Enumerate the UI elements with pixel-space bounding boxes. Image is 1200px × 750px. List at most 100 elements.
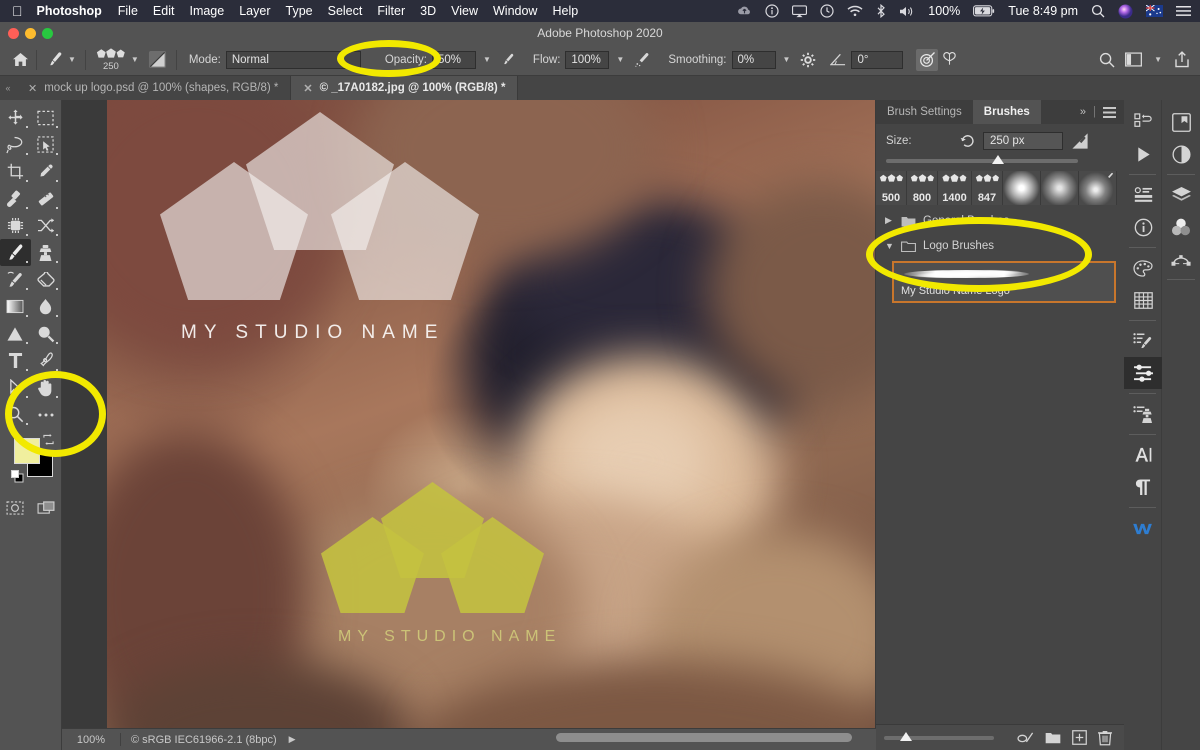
blur-tool-icon[interactable] xyxy=(31,293,62,320)
brush-tool-icon[interactable] xyxy=(0,239,31,266)
paths-icon[interactable] xyxy=(1162,243,1200,275)
move-tool-icon[interactable] xyxy=(0,104,31,131)
brush-folder-logo[interactable]: ▼ Logo Brushes xyxy=(876,233,1124,258)
gradient-tool-icon[interactable] xyxy=(0,293,31,320)
reset-icon[interactable] xyxy=(960,134,975,148)
close-icon[interactable]: ✕ xyxy=(303,82,312,95)
libraries-icon[interactable] xyxy=(1162,106,1200,138)
menu-edit[interactable]: Edit xyxy=(153,4,175,18)
share-icon[interactable] xyxy=(1174,51,1190,68)
chevron-down-icon[interactable]: ▼ xyxy=(1152,55,1164,64)
blend-mode-control[interactable]: Mode: Normal xyxy=(184,47,366,73)
foreground-color-swatch[interactable] xyxy=(14,438,40,464)
new-group-icon[interactable] xyxy=(1045,731,1061,744)
airbrush-icon[interactable] xyxy=(631,49,653,71)
menu-view[interactable]: View xyxy=(451,4,478,18)
brush-size-field[interactable]: 250 px xyxy=(983,131,1063,150)
butterfly-symmetry-icon[interactable] xyxy=(938,49,960,71)
color-icon[interactable] xyxy=(1124,252,1162,284)
menu-select[interactable]: Select xyxy=(328,4,363,18)
chevron-down-icon[interactable]: ▼ xyxy=(885,241,894,251)
paragraph-icon[interactable] xyxy=(1124,471,1162,503)
slider-knob[interactable] xyxy=(992,155,1004,164)
panel-menu-icon[interactable] xyxy=(1103,106,1116,118)
brush-preset-caret-icon[interactable]: ▼ xyxy=(129,55,141,64)
slider-knob[interactable] xyxy=(900,731,912,741)
eraser-bar-tool-icon[interactable] xyxy=(31,185,62,212)
menubar-clock[interactable]: Tue 8:49 pm xyxy=(1008,4,1078,18)
character-icon[interactable] xyxy=(1124,439,1162,471)
info-icon[interactable] xyxy=(1124,211,1162,243)
create-new-brush-icon[interactable] xyxy=(1072,730,1087,745)
volume-icon[interactable] xyxy=(899,5,915,18)
opacity-caret-icon[interactable]: ▼ xyxy=(481,55,493,64)
gear-icon[interactable] xyxy=(797,49,819,71)
document-image[interactable]: MY STUDIO NAME MY STUDIO NAME xyxy=(107,100,875,728)
play-icon[interactable] xyxy=(1124,138,1162,170)
brush-preset[interactable] xyxy=(1079,171,1117,205)
bluetooth-icon[interactable] xyxy=(876,4,886,18)
quick-mask-icon[interactable] xyxy=(0,494,31,521)
rectangular-marquee-tool-icon[interactable] xyxy=(31,104,62,131)
apple-logo-icon[interactable]:  xyxy=(12,4,23,18)
brush-preset-picker[interactable]: 250 xyxy=(93,46,129,74)
horizontal-scrollbar[interactable] xyxy=(62,730,876,744)
brush-preset[interactable]: 800 xyxy=(907,171,938,205)
actions-icon[interactable] xyxy=(1124,106,1162,138)
clone-source-icon[interactable] xyxy=(1124,398,1162,430)
brush-preset[interactable] xyxy=(1041,171,1079,205)
default-colors-icon[interactable] xyxy=(11,470,24,483)
mode-value[interactable]: Normal xyxy=(225,50,361,69)
adjustments-icon[interactable] xyxy=(1162,138,1200,170)
flow-field[interactable]: 100% xyxy=(565,50,610,69)
more-tools-icon[interactable] xyxy=(31,401,62,428)
crop-tool-icon[interactable] xyxy=(0,158,31,185)
brush-panel-toggle-icon[interactable] xyxy=(147,49,169,71)
smoothing-field[interactable]: 0% xyxy=(731,50,776,69)
control-center-icon[interactable] xyxy=(1176,5,1191,17)
flow-caret-icon[interactable]: ▼ xyxy=(614,55,626,64)
menu-file[interactable]: File xyxy=(118,4,138,18)
swap-colors-icon[interactable] xyxy=(43,434,54,445)
spot-healing-brush-tool-icon[interactable] xyxy=(0,185,31,212)
swatches-icon[interactable] xyxy=(1124,284,1162,316)
time-machine-icon[interactable] xyxy=(820,4,834,18)
symmetry-target-icon[interactable] xyxy=(916,48,939,71)
battery-charging-icon[interactable] xyxy=(973,5,995,17)
hand-tool-icon[interactable] xyxy=(31,374,62,401)
menubar-app-name[interactable]: Photoshop xyxy=(37,4,102,18)
brush-size-slider[interactable] xyxy=(886,155,1078,164)
zoom-tool-icon[interactable] xyxy=(0,401,31,428)
shuffle-tool-icon[interactable] xyxy=(31,212,62,239)
thumbnail-size-slider[interactable] xyxy=(884,731,994,741)
brush-item-my-studio-name-logo[interactable]: My Studio Name Logo xyxy=(892,261,1116,303)
brush-settings-icon[interactable] xyxy=(1124,325,1162,357)
menu-3d[interactable]: 3D xyxy=(420,4,436,18)
pen-tool-icon[interactable] xyxy=(31,347,62,374)
document-tab-17a0182[interactable]: ✕ © _17A0182.jpg @ 100% (RGB/8) * xyxy=(291,76,519,100)
menu-layer[interactable]: Layer xyxy=(239,4,270,18)
wacom-w-icon[interactable] xyxy=(1124,512,1162,544)
measurement-log-icon[interactable] xyxy=(1124,179,1162,211)
menu-window[interactable]: Window xyxy=(493,4,537,18)
pressure-opacity-icon[interactable] xyxy=(498,49,520,71)
menu-type[interactable]: Type xyxy=(286,4,313,18)
delete-brush-icon[interactable] xyxy=(1098,730,1112,746)
angle-control[interactable]: 0° xyxy=(825,47,908,73)
menu-help[interactable]: Help xyxy=(552,4,578,18)
home-icon[interactable] xyxy=(12,52,29,67)
menu-filter[interactable]: Filter xyxy=(377,4,405,18)
clone-stamp-tool-icon[interactable] xyxy=(31,239,62,266)
brush-tool-caret-icon[interactable]: ▼ xyxy=(66,55,78,64)
quick-selection-tool-icon[interactable] xyxy=(31,131,62,158)
smoothing-control[interactable]: Smoothing: 0% ▼ xyxy=(663,47,797,73)
siri-icon[interactable] xyxy=(1118,4,1133,19)
opacity-control[interactable]: Opacity: 50% ▼ xyxy=(380,47,498,73)
workspace-icon[interactable] xyxy=(1125,52,1143,67)
close-icon[interactable]: ✕ xyxy=(28,82,37,95)
brush-preset[interactable]: 847 xyxy=(972,171,1003,205)
scrollbar-thumb[interactable] xyxy=(556,733,852,742)
flag-au-icon[interactable] xyxy=(1146,5,1163,17)
zoom-tool-icon[interactable] xyxy=(31,320,62,347)
lasso-tool-icon[interactable] xyxy=(0,131,31,158)
